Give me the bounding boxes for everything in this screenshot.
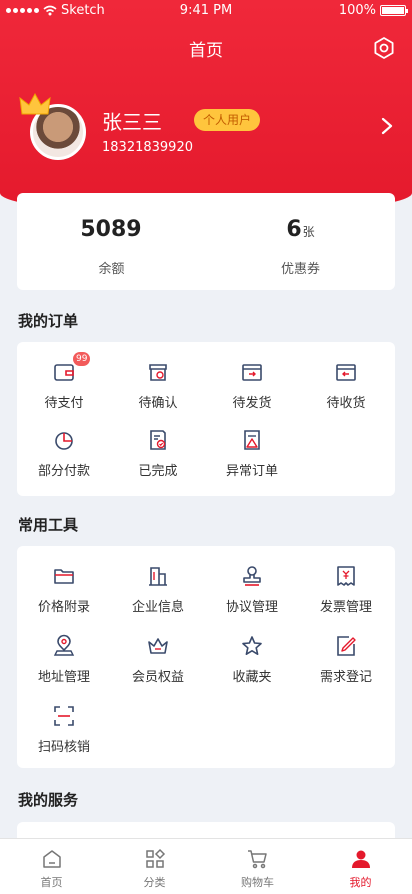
order-badge-count: 99 xyxy=(73,352,91,366)
tools-section-title: 常用工具 xyxy=(18,516,79,534)
crown-icon xyxy=(148,638,168,654)
orders-section-title: 我的订单 xyxy=(18,312,79,330)
battery-icon xyxy=(380,5,408,16)
building-icon xyxy=(149,567,167,586)
tool-label: 需求登记 xyxy=(319,670,372,685)
user-type-badge: 个人用户 xyxy=(194,109,261,131)
folder-icon xyxy=(54,569,74,584)
orders-card: 99 待支付 待确认 待发货 待收货 部分付款 已完成 异常订单 xyxy=(17,342,395,496)
tool-favorites[interactable]: 收藏夹 xyxy=(205,634,299,696)
tab-label: 我的 xyxy=(349,876,372,889)
balance-value: 5089 xyxy=(80,217,142,242)
tool-company-info[interactable]: 企业信息 xyxy=(111,564,205,626)
tool-address-management[interactable]: 地址管理 xyxy=(17,634,111,696)
tool-label: 收藏夹 xyxy=(232,670,272,685)
order-label: 部分付款 xyxy=(37,464,90,479)
order-label: 待收货 xyxy=(326,396,366,411)
order-label: 待发货 xyxy=(232,396,272,411)
balance-label: 余额 xyxy=(98,262,125,277)
user-icon xyxy=(352,850,370,868)
user-profile[interactable]: 张三三 个人用户 18321839920 xyxy=(18,92,398,166)
coupon-value: 6张 xyxy=(286,217,315,242)
order-pending-shipment[interactable]: 待发货 xyxy=(205,360,299,422)
order-label: 待确认 xyxy=(138,396,178,411)
stamp-icon xyxy=(243,566,261,586)
order-pending-payment[interactable]: 99 待支付 xyxy=(17,352,111,422)
tool-label: 发票管理 xyxy=(319,600,372,615)
tab-label: 购物车 xyxy=(241,876,274,889)
order-label: 已完成 xyxy=(138,464,178,479)
order-label: 异常订单 xyxy=(225,464,278,479)
tool-invoice-management[interactable]: 发票管理 xyxy=(299,564,393,626)
chevron-right-icon[interactable] xyxy=(380,116,394,136)
battery-percent: 100% xyxy=(338,3,376,18)
cart-icon xyxy=(248,850,267,869)
tab-label: 分类 xyxy=(143,876,166,889)
clock-box-icon xyxy=(149,364,167,381)
home-icon xyxy=(43,850,61,868)
balance-stat[interactable]: 5089 余额 xyxy=(17,193,206,290)
tab-category[interactable]: 分类 xyxy=(103,839,206,894)
status-bar: Sketch 9:41 PM 100% xyxy=(0,0,412,22)
order-completed[interactable]: 已完成 xyxy=(111,428,205,490)
stats-card: 5089 余额 6张 优惠券 xyxy=(17,193,395,290)
tab-label: 首页 xyxy=(40,876,63,889)
scan-icon xyxy=(54,706,74,726)
doc-check-icon xyxy=(150,430,166,450)
tools-card: 价格附录 企业信息 协议管理 发票管理 地址管理 会员权益 收藏夹 需求登记 扫… xyxy=(17,546,395,768)
invoice-icon xyxy=(337,566,355,586)
tool-label: 扫码核销 xyxy=(37,740,90,755)
tool-label: 地址管理 xyxy=(37,670,90,685)
wallet-icon xyxy=(54,364,74,381)
tool-label: 价格附录 xyxy=(37,600,90,615)
user-name: 张三三 xyxy=(102,110,162,134)
location-icon xyxy=(53,634,75,656)
order-label: 待支付 xyxy=(44,396,84,411)
settings-icon[interactable] xyxy=(372,36,396,60)
user-phone: 18321839920 xyxy=(102,140,193,155)
services-section-title: 我的服务 xyxy=(18,791,79,809)
avatar-wrapper xyxy=(18,92,88,162)
order-pending-receipt[interactable]: 待收货 xyxy=(299,360,393,422)
tool-label: 会员权益 xyxy=(131,670,184,685)
page-title: 首页 xyxy=(189,41,223,61)
tool-price-appendix[interactable]: 价格附录 xyxy=(17,564,111,626)
box-in-icon xyxy=(336,364,356,381)
pie-chart-icon xyxy=(55,432,73,450)
tab-cart[interactable]: 购物车 xyxy=(206,839,309,894)
coupon-label: 优惠券 xyxy=(280,262,320,277)
edit-doc-icon xyxy=(337,636,356,656)
tab-bar: 首页 分类 购物车 我的 xyxy=(0,838,412,894)
tool-label: 协议管理 xyxy=(225,600,278,615)
coupon-stat[interactable]: 6张 优惠券 xyxy=(206,193,395,290)
tool-scan-verification[interactable]: 扫码核销 xyxy=(17,704,111,766)
tool-demand-registration[interactable]: 需求登记 xyxy=(299,634,393,696)
tab-mine[interactable]: 我的 xyxy=(309,839,412,894)
doc-warning-icon xyxy=(244,430,260,450)
crown-icon xyxy=(19,92,51,115)
tab-home[interactable]: 首页 xyxy=(0,839,103,894)
tool-label: 企业信息 xyxy=(131,600,184,615)
box-out-icon xyxy=(242,364,262,381)
order-partial-payment[interactable]: 部分付款 xyxy=(17,428,111,490)
tool-membership-benefits[interactable]: 会员权益 xyxy=(111,634,205,696)
star-icon xyxy=(242,636,262,655)
tool-agreement-management[interactable]: 协议管理 xyxy=(205,564,299,626)
order-exception[interactable]: 异常订单 xyxy=(205,428,299,490)
order-pending-confirm[interactable]: 待确认 xyxy=(111,360,205,422)
category-icon xyxy=(146,848,166,868)
